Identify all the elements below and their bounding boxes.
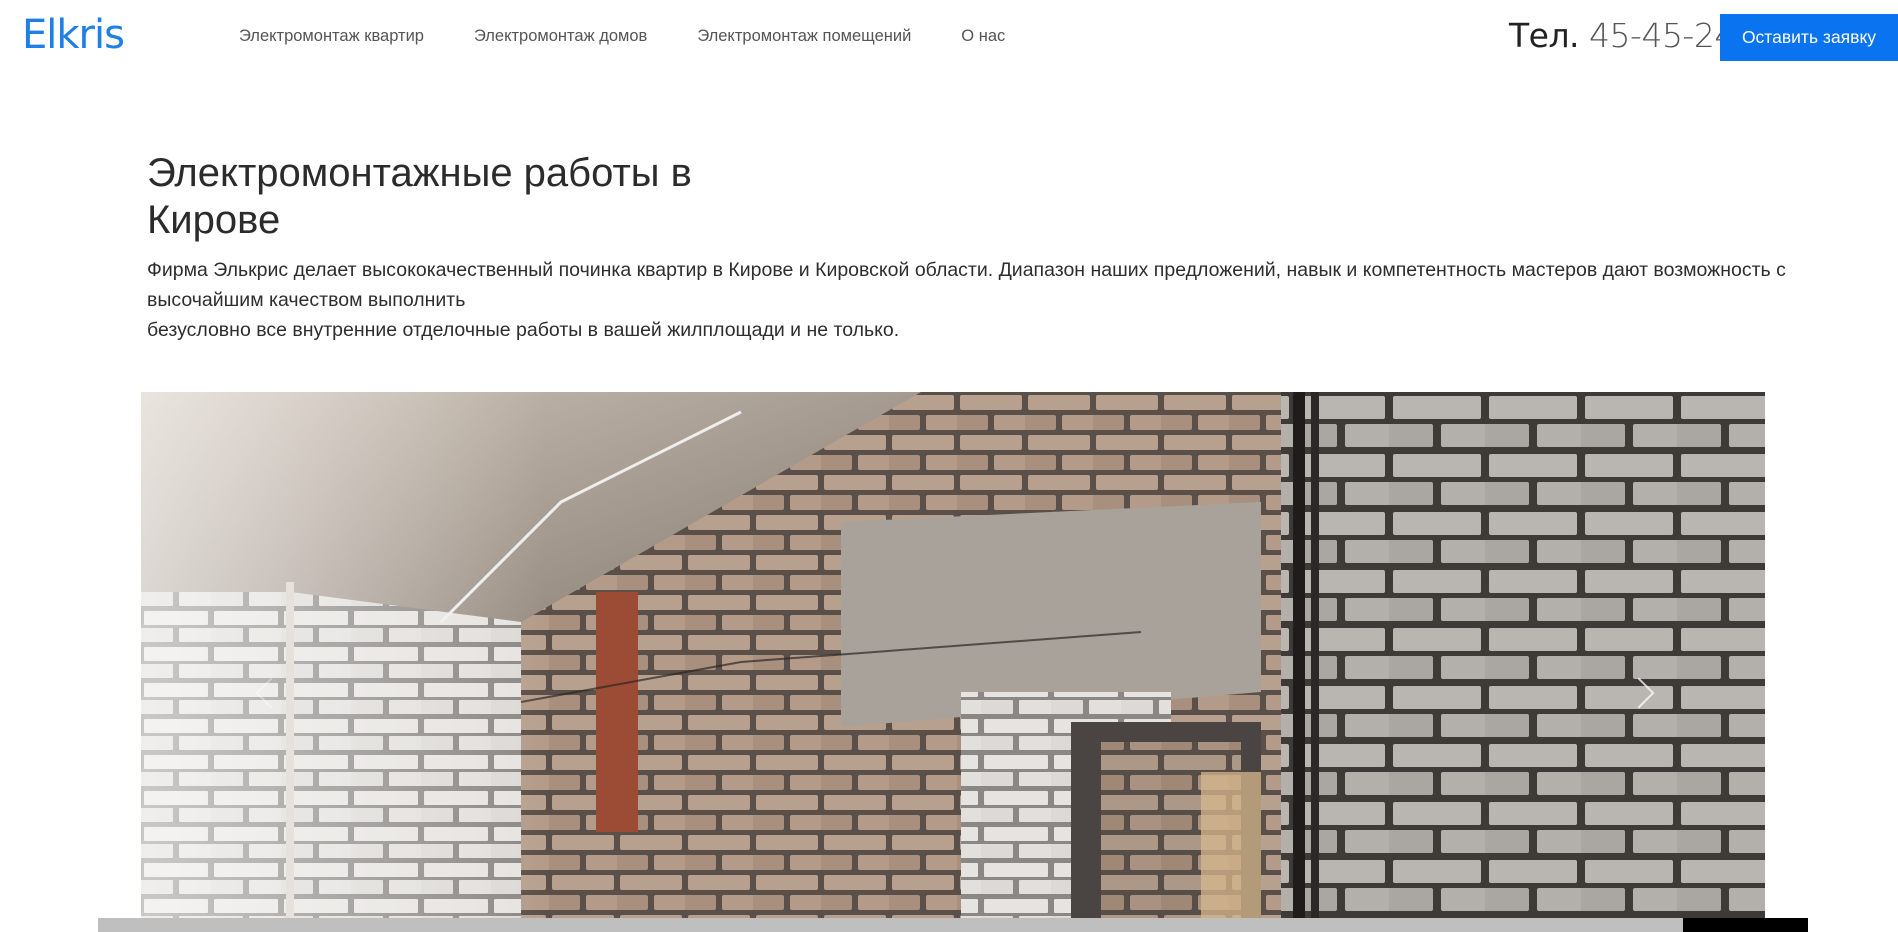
nav-link-about[interactable]: О нас	[961, 26, 1005, 46]
main-nav: Электромонтаж квартир Электромонтаж домо…	[239, 26, 1005, 46]
nav-link-apartments[interactable]: Электромонтаж квартир	[239, 26, 424, 46]
phone-number[interactable]: 45-45-24	[1589, 16, 1735, 55]
nav-link-houses[interactable]: Электромонтаж домов	[474, 26, 647, 46]
page-title: Электромонтажные работы в Кирове	[147, 150, 767, 244]
phone-contact[interactable]: Тел. 45-45-24	[1509, 14, 1735, 58]
logo[interactable]: Elkris	[22, 11, 125, 59]
intro-line3: безусловно все внутренние отделочные раб…	[147, 319, 900, 341]
nav-link-premises[interactable]: Электромонтаж помещений	[697, 26, 911, 46]
image-slider[interactable]	[141, 392, 1765, 932]
intro-text: Фирма Элькрис делает высококачественный …	[147, 255, 1797, 345]
phone-label: Тел.	[1509, 16, 1580, 55]
page-title-line2: Кирове	[147, 198, 281, 242]
request-button[interactable]: Оставить заявку	[1720, 14, 1898, 61]
intro-line2: высочайшим качеством выполнить	[147, 289, 466, 311]
intro-line1: Фирма Элькрис делает высококачественный …	[147, 259, 1786, 281]
page-title-line1: Электромонтажные работы в	[147, 151, 692, 195]
slide-photo	[141, 392, 1765, 932]
slider-progress-bar	[98, 918, 1808, 932]
slider-progress-fill	[1683, 918, 1808, 932]
site-header: Elkris Электромонтаж квартир Электромонт…	[0, 0, 1898, 74]
